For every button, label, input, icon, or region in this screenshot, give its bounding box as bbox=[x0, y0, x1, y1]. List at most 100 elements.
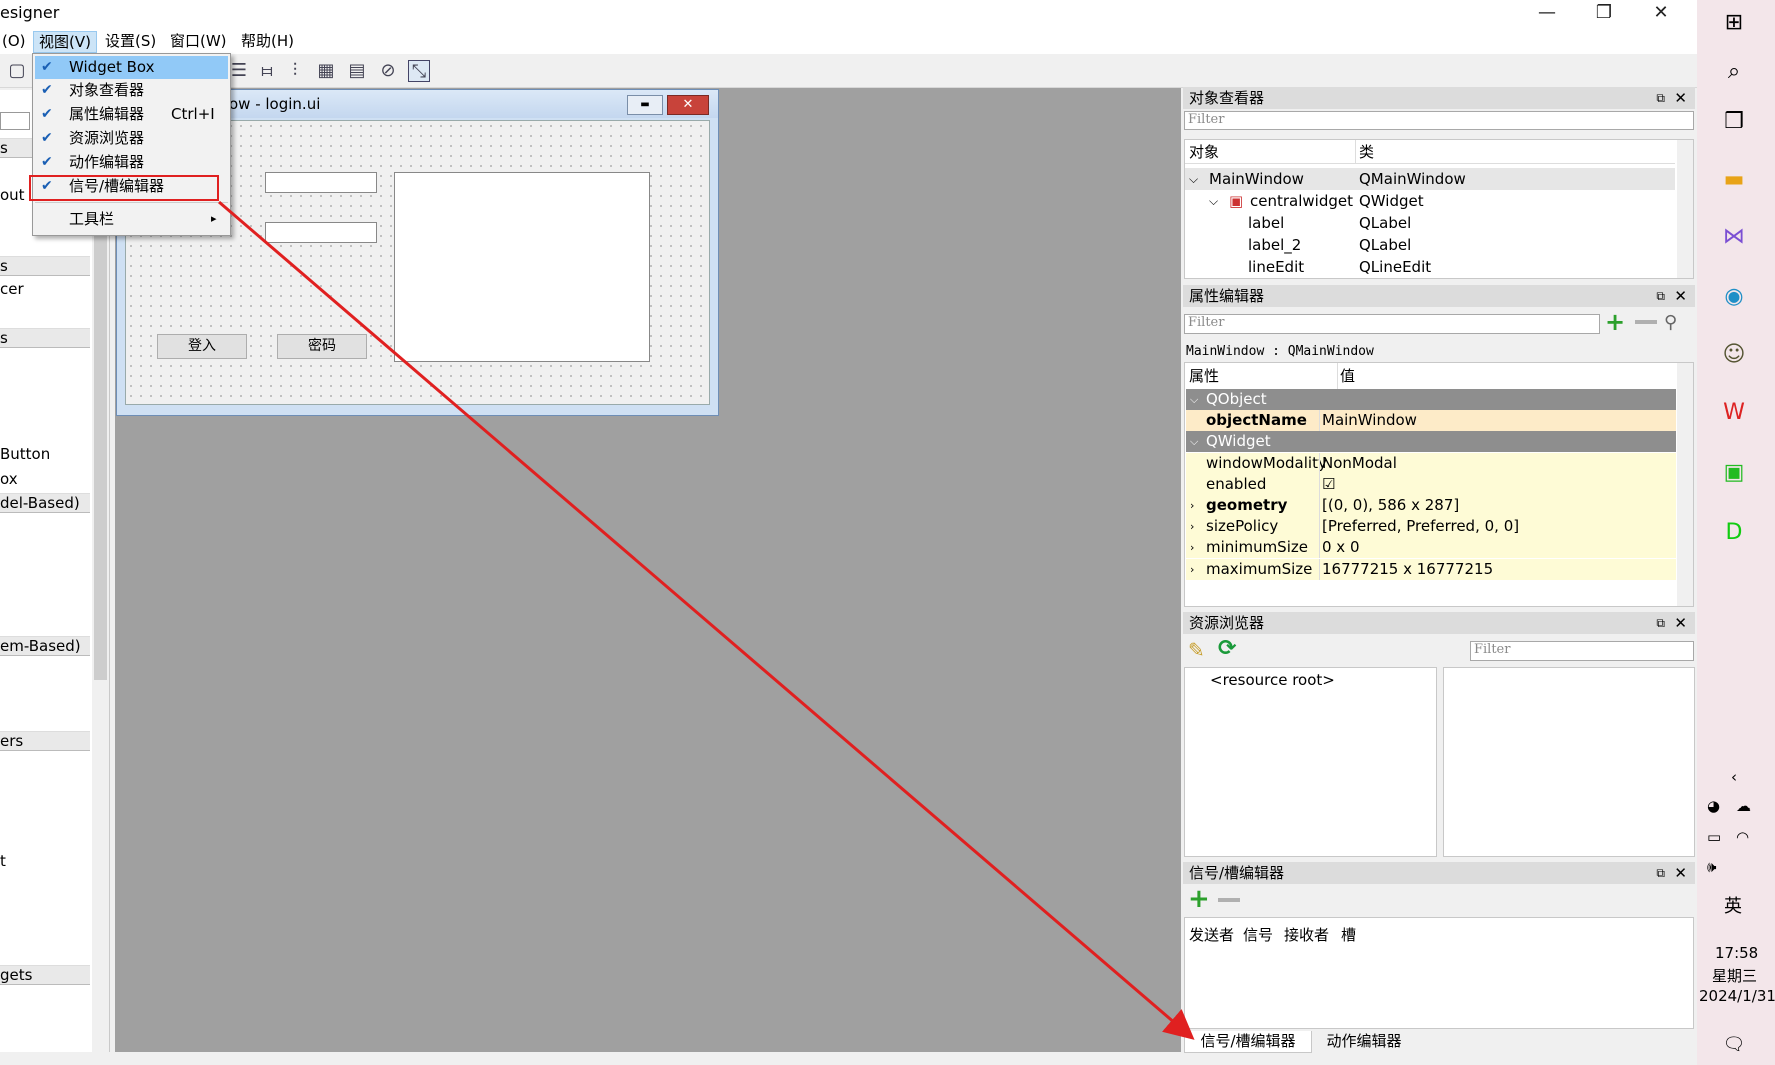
category-header[interactable]: del-Based) bbox=[0, 493, 90, 513]
col-signal[interactable]: 信号 bbox=[1243, 924, 1273, 945]
form-close-button[interactable]: ✕ bbox=[667, 95, 709, 115]
login-button[interactable]: 登入 bbox=[157, 334, 247, 359]
float-icon[interactable]: ⧉ bbox=[1656, 612, 1665, 634]
menu-item-widget-box[interactable]: ✔ Widget Box bbox=[35, 56, 228, 79]
col-sender[interactable]: 发送者 bbox=[1189, 924, 1234, 945]
property-row[interactable]: enabled ☑ bbox=[1186, 473, 1676, 495]
form-minimize-button[interactable]: ▬ bbox=[627, 95, 663, 115]
layout-grid-icon[interactable]: ▦ bbox=[315, 60, 337, 82]
menu-settings[interactable]: 设置(S) bbox=[100, 31, 161, 53]
layout-vertical-splitter-icon[interactable]: ⫶ bbox=[284, 60, 306, 82]
maximize-button[interactable]: ❐ bbox=[1577, 0, 1631, 28]
property-row[interactable]: › sizePolicy [Preferred, Preferred, 0, 0] bbox=[1186, 516, 1676, 538]
menu-item-toolbars[interactable]: 工具栏 ▸ bbox=[35, 208, 228, 231]
widget-item[interactable]: Button bbox=[0, 445, 50, 463]
chevron-down-icon[interactable]: ⌵ bbox=[1190, 431, 1198, 452]
chevron-right-icon[interactable]: › bbox=[1190, 495, 1194, 516]
widget-item[interactable]: out bbox=[0, 186, 25, 204]
chevron-down-icon[interactable]: ⌵ bbox=[1209, 190, 1218, 212]
chevron-right-icon[interactable]: › bbox=[1190, 537, 1194, 558]
col-receiver[interactable]: 接收者 bbox=[1284, 924, 1329, 945]
remove-property-icon[interactable] bbox=[1635, 320, 1657, 324]
tree-row[interactable]: label_2 QLabel bbox=[1185, 234, 1675, 256]
category-header[interactable]: gets bbox=[0, 965, 90, 985]
property-row[interactable]: › maximumSize 16777215 x 16777215 bbox=[1186, 558, 1676, 580]
chevron-left-icon[interactable]: ‹ bbox=[1717, 760, 1751, 794]
windows-start-icon[interactable]: ⊞ bbox=[1717, 6, 1751, 40]
layout-form-icon[interactable]: ▤ bbox=[346, 60, 368, 82]
property-value[interactable]: ☑ bbox=[1322, 474, 1335, 495]
notification-icon[interactable]: 🗨 bbox=[1717, 1028, 1751, 1062]
dataspell-icon[interactable]: D bbox=[1717, 516, 1751, 550]
edit-resources-icon[interactable]: ✎ bbox=[1188, 638, 1205, 662]
password-button[interactable]: 密码 bbox=[277, 334, 367, 359]
close-button[interactable]: ✕ bbox=[1634, 0, 1688, 28]
edge-browser-icon[interactable]: ◉ bbox=[1717, 280, 1751, 314]
property-value[interactable]: MainWindow bbox=[1322, 410, 1417, 431]
property-value[interactable]: 16777215 x 16777215 bbox=[1322, 559, 1493, 580]
text-area[interactable] bbox=[394, 172, 650, 362]
property-value[interactable]: [Preferred, Preferred, 0, 0] bbox=[1322, 516, 1519, 537]
close-icon[interactable]: ✕ bbox=[1674, 87, 1687, 109]
line-edit-1[interactable] bbox=[265, 172, 377, 193]
resource-filter-input[interactable]: Filter bbox=[1470, 641, 1694, 661]
minimize-button[interactable]: — bbox=[1520, 0, 1574, 28]
remove-connection-icon[interactable] bbox=[1218, 898, 1240, 902]
property-row[interactable]: objectName MainWindow bbox=[1186, 410, 1676, 432]
clock-time[interactable]: 17:58 bbox=[1715, 944, 1758, 962]
tree-row[interactable]: ⌵ ▣ centralwidget QWidget bbox=[1185, 190, 1675, 212]
configure-icon[interactable]: ⚲ bbox=[1664, 312, 1677, 333]
chevron-right-icon[interactable]: › bbox=[1190, 559, 1194, 580]
property-section-row[interactable]: ⌵ QObject bbox=[1186, 389, 1676, 410]
widget-filter-input[interactable] bbox=[0, 112, 30, 130]
tab-action-editor[interactable]: 动作编辑器 bbox=[1314, 1031, 1414, 1053]
pycharm-icon[interactable]: ▣ bbox=[1717, 456, 1751, 490]
property-value[interactable]: NonModal bbox=[1322, 453, 1397, 474]
tree-row[interactable]: ⌵ MainWindow QMainWindow bbox=[1185, 168, 1675, 190]
widget-item[interactable]: t bbox=[0, 852, 6, 870]
col-slot[interactable]: 槽 bbox=[1341, 924, 1356, 945]
property-row[interactable]: › minimumSize 0 x 0 bbox=[1186, 537, 1676, 559]
line-edit-2[interactable] bbox=[265, 222, 377, 243]
file-explorer-icon[interactable]: ▬ bbox=[1717, 163, 1751, 197]
float-icon[interactable]: ⧉ bbox=[1656, 285, 1665, 307]
menu-item-object-inspector[interactable]: ✔ 对象查看器 bbox=[35, 79, 228, 102]
category-header[interactable]: ers bbox=[0, 731, 90, 751]
reload-icon[interactable]: ⟳ bbox=[1218, 636, 1236, 661]
tree-row[interactable]: lineEdit QLineEdit bbox=[1185, 256, 1675, 278]
property-section-row[interactable]: ⌵ QWidget bbox=[1186, 431, 1676, 453]
qq-icon[interactable]: ◕ bbox=[1707, 797, 1720, 815]
layout-horizontal-splitter-icon[interactable]: ⧦ bbox=[256, 60, 278, 82]
close-icon[interactable]: ✕ bbox=[1674, 862, 1687, 884]
break-layout-icon[interactable]: ⊘ bbox=[377, 60, 399, 82]
property-row[interactable]: windowModality NonModal bbox=[1186, 452, 1676, 474]
wifi-icon[interactable]: ◠ bbox=[1736, 828, 1749, 846]
category-header[interactable]: em-Based) bbox=[0, 636, 90, 656]
object-filter-input[interactable]: Filter bbox=[1184, 111, 1694, 130]
close-icon[interactable]: ✕ bbox=[1674, 285, 1687, 307]
menu-view[interactable]: 视图(V) bbox=[33, 31, 97, 53]
property-row[interactable]: › geometry [(0, 0), 586 x 287] bbox=[1186, 495, 1676, 516]
object-tree-scrollbar[interactable] bbox=[1677, 140, 1693, 278]
cloud-icon[interactable]: ☁ bbox=[1736, 797, 1751, 815]
close-icon[interactable]: ✕ bbox=[1674, 612, 1687, 634]
menu-item-resource-browser[interactable]: ✔ 资源浏览器 bbox=[35, 127, 228, 150]
search-icon[interactable]: ⌕ bbox=[1717, 55, 1751, 89]
category-header[interactable]: s bbox=[0, 328, 90, 348]
chevron-right-icon[interactable]: › bbox=[1190, 516, 1194, 537]
chevron-down-icon[interactable]: ⌵ bbox=[1189, 168, 1198, 190]
float-icon[interactable]: ⧉ bbox=[1656, 862, 1665, 884]
resource-root-item[interactable]: <resource root> bbox=[1210, 671, 1335, 689]
avatar-app-icon[interactable]: ☺ bbox=[1717, 338, 1751, 372]
property-filter-input[interactable]: Filter bbox=[1184, 314, 1600, 334]
battery-icon[interactable]: ▭ bbox=[1707, 828, 1721, 846]
widget-mode-icon[interactable]: ▢ bbox=[6, 60, 28, 82]
property-value[interactable]: [(0, 0), 586 x 287] bbox=[1322, 495, 1459, 516]
chevron-down-icon[interactable]: ⌵ bbox=[1190, 389, 1198, 410]
clock-weekday[interactable]: 星期三 bbox=[1712, 965, 1757, 986]
menu-help[interactable]: 帮助(H) bbox=[236, 31, 299, 53]
task-view-icon[interactable]: ❒ bbox=[1717, 105, 1751, 139]
float-icon[interactable]: ⧉ bbox=[1656, 87, 1665, 109]
menu-form[interactable]: (O) bbox=[0, 31, 31, 53]
category-header[interactable]: s bbox=[0, 256, 90, 276]
